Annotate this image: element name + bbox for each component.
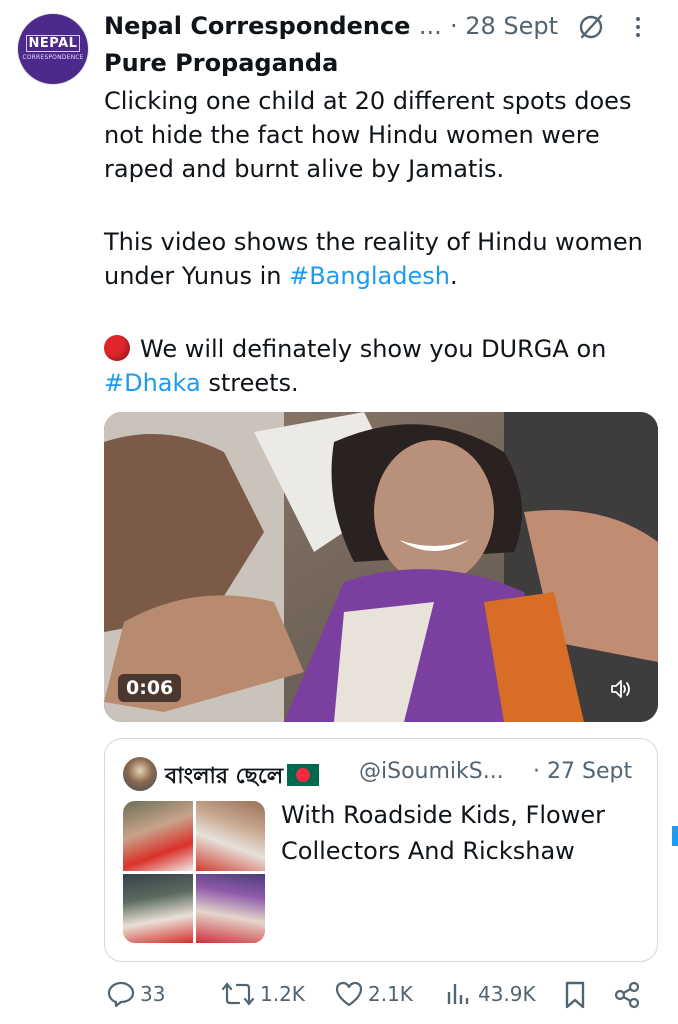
quoted-tweet-text: With Roadside Kids, Flower Collectors An… <box>281 797 605 869</box>
media-thumbnail[interactable] <box>195 873 265 943</box>
author-name-ellipsis: ... <box>418 12 442 40</box>
quoted-text-line-2: Collectors And Rickshaw <box>281 837 575 865</box>
quoted-author-avatar[interactable] <box>123 757 157 791</box>
author-name[interactable]: Nepal Correspondence ... <box>104 12 442 40</box>
tweet-line-5-text: under Yunus in <box>104 262 290 290</box>
mute-button[interactable] <box>600 668 642 710</box>
reply-count: 33 <box>140 982 166 1006</box>
reply-icon <box>107 981 135 1008</box>
bookmark-button[interactable] <box>562 980 592 1010</box>
tweet-date[interactable]: · 28 Sept <box>450 12 558 40</box>
more-options-icon[interactable] <box>628 14 648 40</box>
repost-count: 1.2K <box>260 982 305 1006</box>
tweet-line-3: raped and burnt alive by Jamatis. <box>104 155 505 183</box>
quoted-author-name-text: বাংলার ছেলে <box>165 764 284 789</box>
author-name-text: Nepal Correspondence <box>104 12 411 40</box>
media-thumbnail[interactable] <box>123 873 193 943</box>
speaker-muted-icon <box>611 680 630 698</box>
tweet-action-bar: 33 1.2K 2.1K 43.9K <box>104 980 658 1012</box>
views-button[interactable]: 43.9K <box>444 980 536 1008</box>
quoted-tweet[interactable]: বাংলার ছেলে @iSoumikS... · 27 Sept With … <box>104 738 658 962</box>
tweet-line-4: This video shows the reality of Hindu wo… <box>104 228 643 256</box>
red-circle-emoji-icon <box>104 335 130 361</box>
share-button[interactable] <box>612 980 646 1010</box>
views-chart-icon <box>447 984 469 1004</box>
tweet-line-6-text: We will definately show you DURGA on <box>140 335 607 363</box>
heart-icon <box>335 981 363 1007</box>
video-frame <box>104 412 658 722</box>
quoted-author-name[interactable]: বাংলার ছেলে <box>165 759 320 796</box>
bangladesh-flag-icon <box>287 764 320 786</box>
tweet-line-7-text: streets. <box>200 369 299 397</box>
quoted-text-line-1: With Roadside Kids, Flower <box>281 801 605 829</box>
repost-icon <box>221 982 255 1006</box>
grok-icon[interactable] <box>578 14 604 40</box>
avatar-logo-text: NEPAL <box>25 35 81 52</box>
author-avatar[interactable]: NEPAL CORRESPONDENCE <box>18 14 88 84</box>
scroll-indicator[interactable] <box>672 826 678 846</box>
hashtag-bangladesh[interactable]: #Bangladesh <box>289 262 450 290</box>
video-timecode: 0:06 <box>118 674 182 702</box>
tweet-line-5: under Yunus in #Bangladesh. <box>104 259 458 293</box>
tweet-line-7: #Dhaka streets. <box>104 366 299 400</box>
reply-button[interactable]: 33 <box>106 980 165 1008</box>
media-thumbnail[interactable] <box>123 801 193 871</box>
tweet-subtitle: Pure Propaganda <box>104 49 339 77</box>
video-player[interactable]: 0:06 <box>104 412 658 722</box>
tweet-line-1: Clicking one child at 20 different spots… <box>104 87 632 115</box>
quoted-author-handle[interactable]: @iSoumikS... <box>359 759 504 784</box>
views-count: 43.9K <box>478 982 536 1006</box>
like-button[interactable]: 2.1K <box>334 980 413 1008</box>
bookmark-icon <box>565 981 585 1009</box>
avatar-logo-subtext: CORRESPONDENCE <box>22 54 84 61</box>
hashtag-dhaka[interactable]: #Dhaka <box>104 369 201 397</box>
tweet-line-2: not hide the fact how Hindu women were <box>104 121 600 149</box>
quoted-tweet-date[interactable]: · 27 Sept <box>533 759 632 784</box>
tweet-line-5-end: . <box>449 262 458 290</box>
share-icon <box>614 981 640 1009</box>
repost-button[interactable]: 1.2K <box>220 980 305 1008</box>
tweet-line-6: We will definately show you DURGA on <box>104 332 606 366</box>
quoted-media-grid[interactable] <box>123 801 265 943</box>
like-count: 2.1K <box>368 982 413 1006</box>
media-thumbnail[interactable] <box>195 801 265 871</box>
